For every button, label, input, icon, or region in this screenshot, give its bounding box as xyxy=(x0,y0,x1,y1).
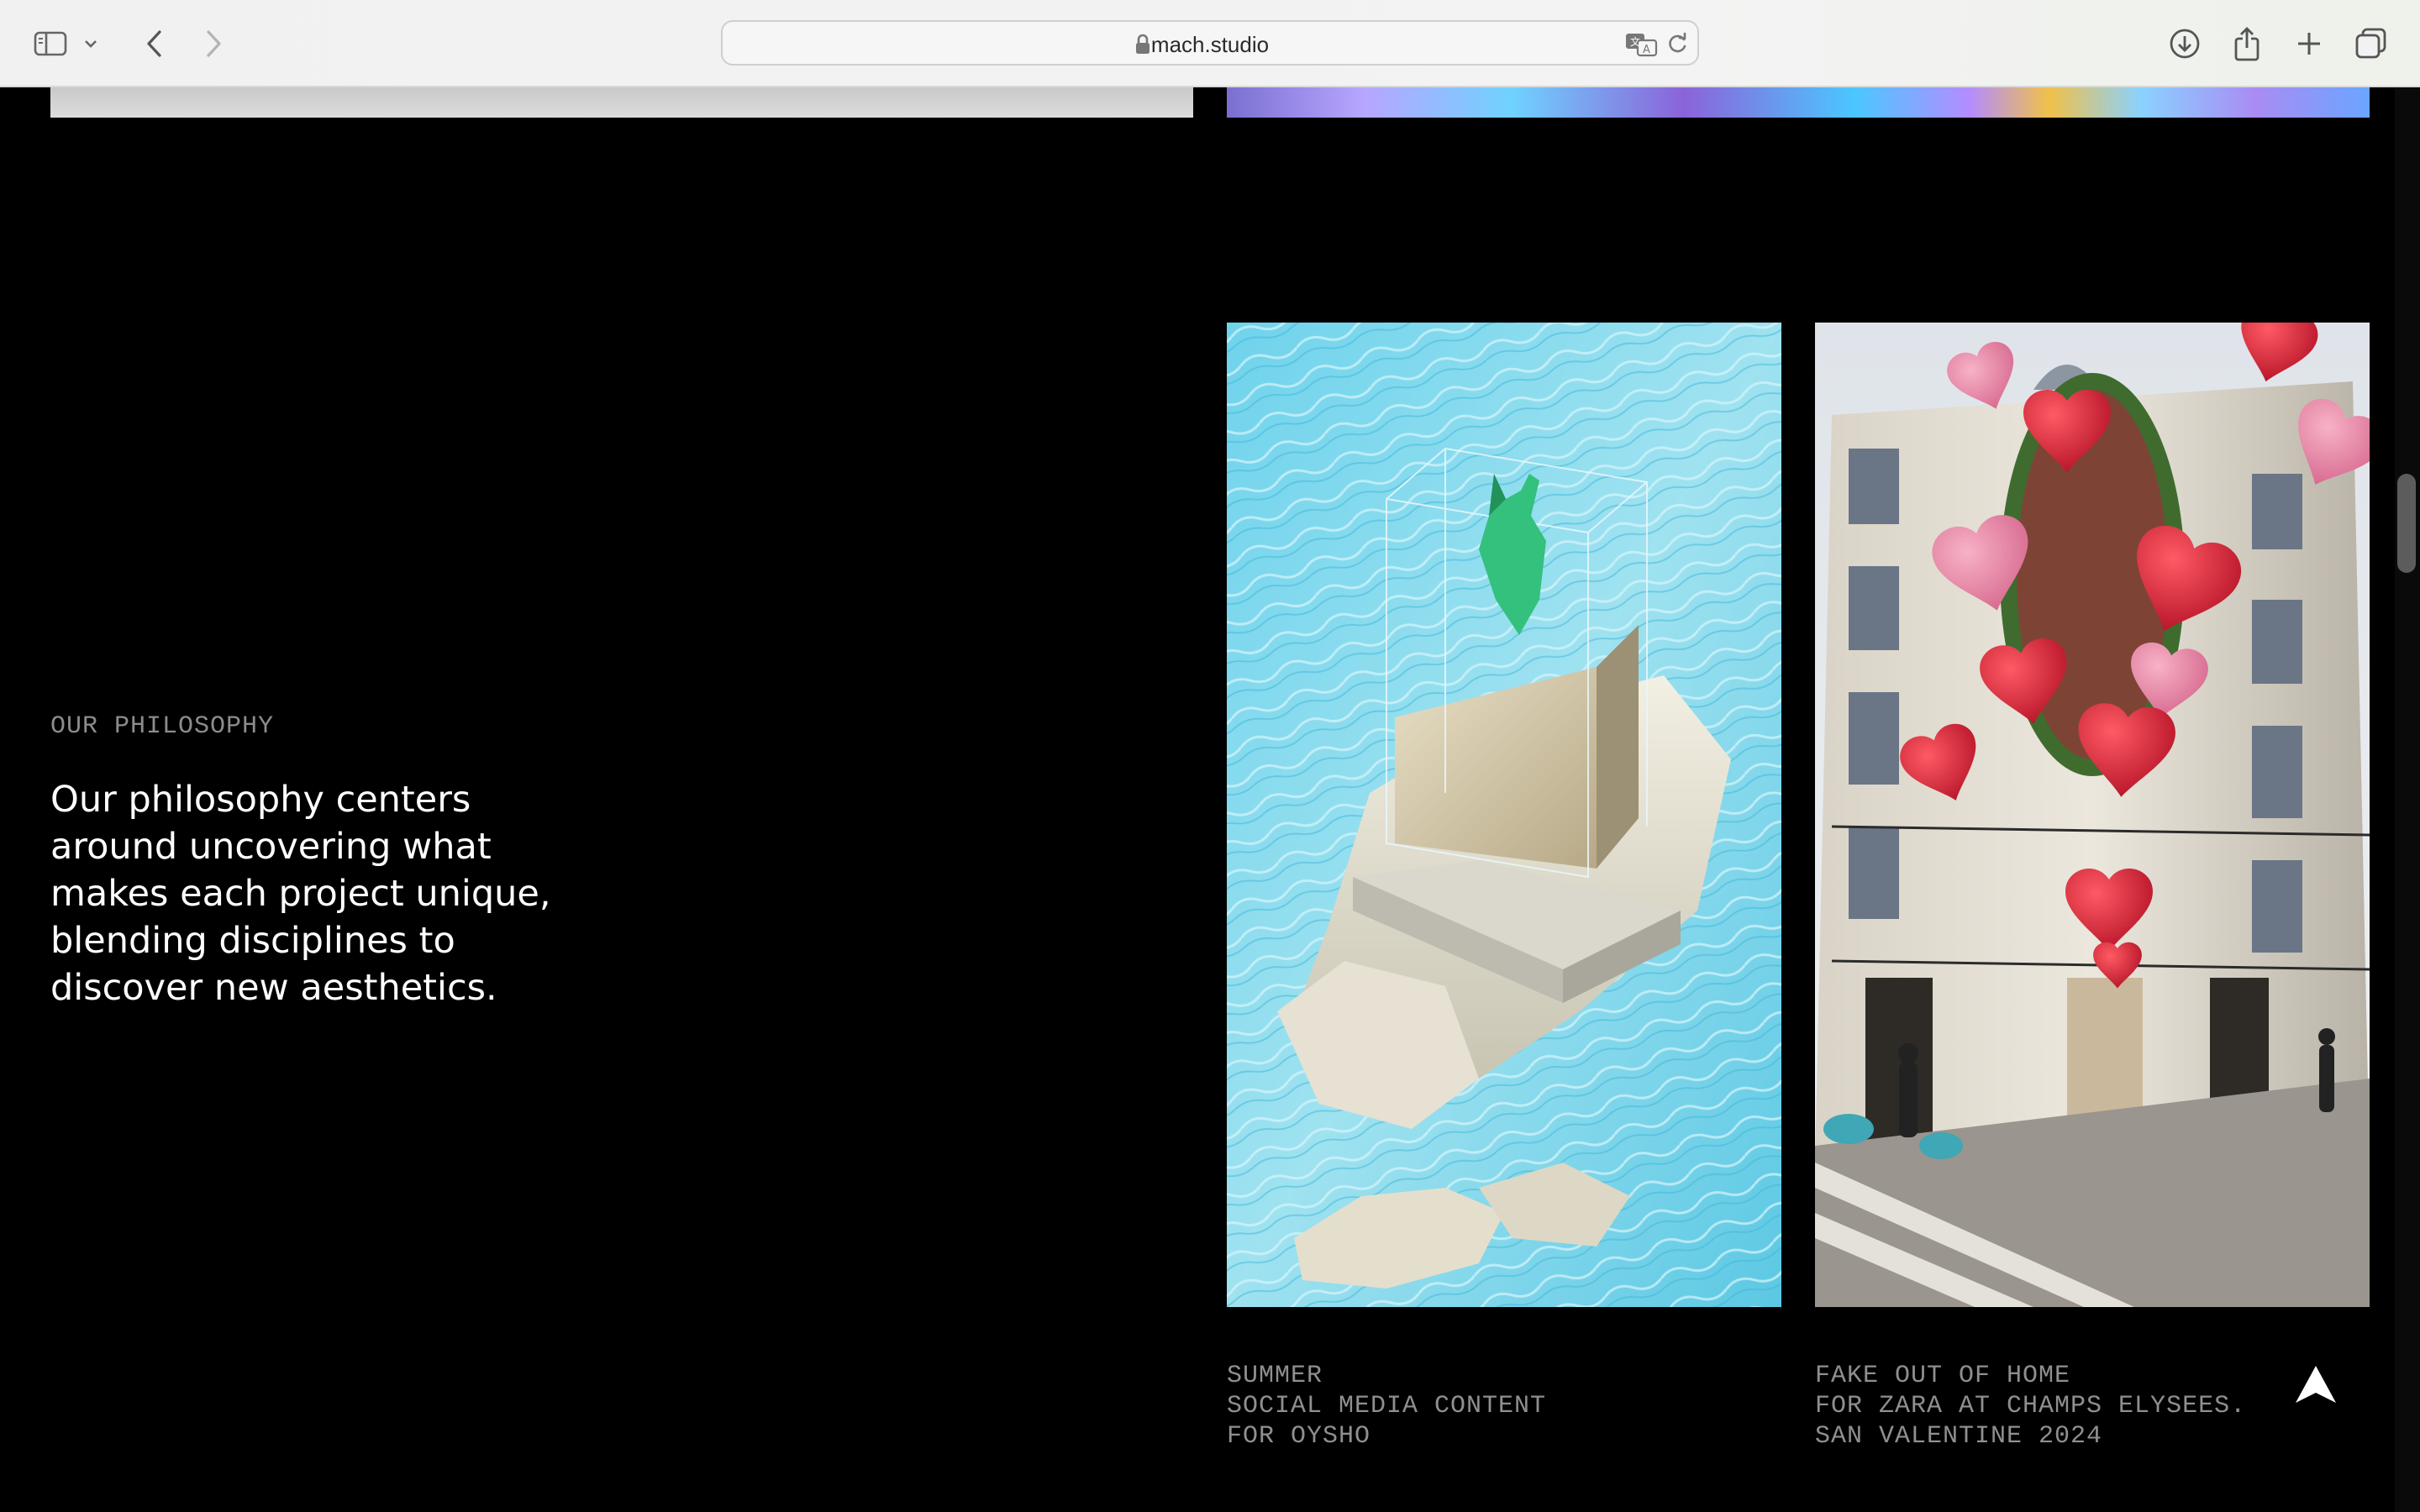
caption-line: SOCIAL MEDIA CONTENT xyxy=(1227,1392,1547,1420)
sidebar-icon[interactable] xyxy=(27,20,74,67)
previous-project-image-left[interactable] xyxy=(50,87,1193,118)
url-text: mach.studio xyxy=(1150,32,1270,57)
project-caption-zara: FAKE OUT OF HOME FOR ZARA AT CHAMPS ELYS… xyxy=(1815,1361,2246,1452)
tabs-overview-icon[interactable] xyxy=(2348,20,2395,67)
browser-toolbar: mach.studio 文A xyxy=(0,0,2420,87)
forward-icon[interactable] xyxy=(190,20,237,67)
address-bar[interactable]: mach.studio 文A xyxy=(721,20,1699,66)
chevron-down-icon[interactable] xyxy=(74,20,108,67)
translate-icon[interactable]: 文A xyxy=(1625,32,1659,61)
project-caption-oysho: SUMMER SOCIAL MEDIA CONTENT FOR OYSHO xyxy=(1227,1361,1546,1452)
project-image-zara[interactable] xyxy=(1815,323,2370,1307)
caption-line: SUMMER xyxy=(1227,1362,1323,1390)
download-icon[interactable] xyxy=(2161,20,2208,67)
svg-text:文: 文 xyxy=(1630,35,1640,48)
scrollbar-track[interactable] xyxy=(2395,87,2420,1512)
scrollbar-thumb[interactable] xyxy=(2397,474,2416,573)
svg-text:A: A xyxy=(1643,44,1650,56)
new-tab-icon[interactable] xyxy=(2286,20,2333,67)
philosophy-text: Our philosophy centers around uncovering… xyxy=(50,779,551,1009)
caption-line: FOR OYSHO xyxy=(1227,1422,1371,1451)
previous-project-image-right[interactable] xyxy=(1227,87,2370,118)
back-icon[interactable] xyxy=(131,20,178,67)
scroll-to-top-icon[interactable] xyxy=(2291,1361,2341,1411)
caption-line: FAKE OUT OF HOME xyxy=(1815,1362,2071,1390)
caption-line: FOR ZARA AT CHAMPS ELYSEES. xyxy=(1815,1392,2247,1420)
reload-icon[interactable] xyxy=(1665,32,1689,60)
share-icon[interactable] xyxy=(2223,20,2270,67)
caption-line: SAN VALENTINE 2024 xyxy=(1815,1422,2103,1451)
section-label: OUR PHILOSOPHY xyxy=(50,712,275,741)
project-image-oysho[interactable] xyxy=(1227,323,1781,1307)
